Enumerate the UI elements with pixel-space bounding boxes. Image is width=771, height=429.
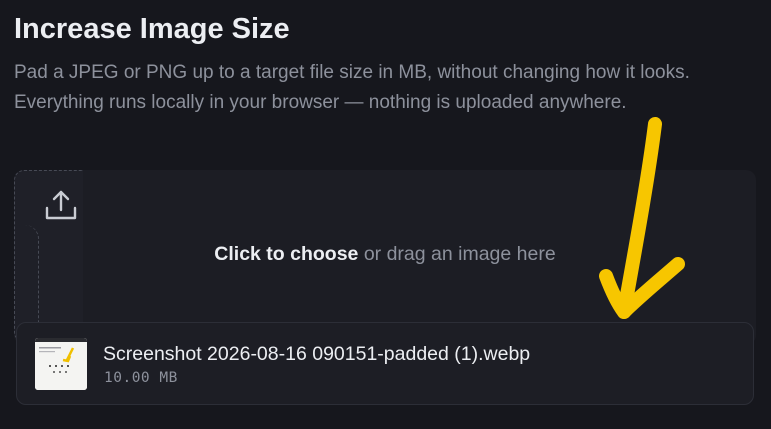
selected-file-card: Screenshot 2026-08-16 090151-padded (1).…: [16, 322, 754, 405]
file-size: 10.00 MB: [104, 370, 178, 386]
dropzone-choose-link[interactable]: Click to choose: [214, 243, 358, 265]
dropzone-instructions[interactable]: Click to choose or drag an image here: [14, 243, 756, 266]
page: Increase Image Size Pad a JPEG or PNG up…: [0, 0, 771, 429]
image-dropzone[interactable]: Click to choose or drag an image here: [14, 170, 756, 345]
file-thumbnail: [35, 338, 87, 390]
upload-icon: [45, 190, 77, 220]
dropzone-drag-text: or drag an image here: [358, 243, 556, 265]
page-description: Pad a JPEG or PNG up to a target file si…: [14, 62, 690, 113]
file-name: Screenshot 2026-08-16 090151-padded (1).…: [103, 343, 531, 365]
page-title: Increase Image Size: [14, 13, 290, 45]
